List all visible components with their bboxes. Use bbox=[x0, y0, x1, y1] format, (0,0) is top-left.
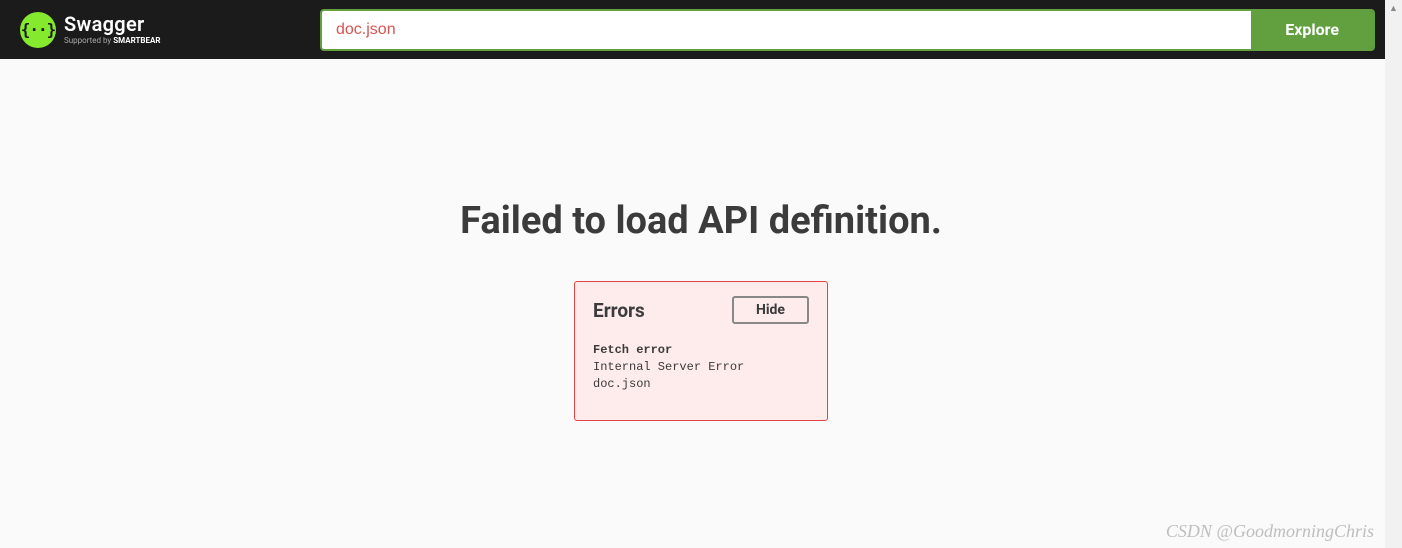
error-detail: Internal Server Error doc.json bbox=[593, 360, 744, 391]
topbar: {··} Swagger Supported by SMARTBEAR Expl… bbox=[0, 0, 1402, 59]
scroll-up-icon[interactable]: ▲ bbox=[1385, 0, 1402, 17]
error-item: Fetch error Internal Server Error doc.js… bbox=[593, 342, 809, 392]
errors-title: Errors bbox=[593, 299, 645, 322]
errors-header: Errors Hide bbox=[593, 296, 809, 324]
logo[interactable]: {··} Swagger Supported by SMARTBEAR bbox=[20, 12, 300, 48]
logo-text: Swagger Supported by SMARTBEAR bbox=[64, 14, 161, 45]
errors-panel: Errors Hide Fetch error Internal Server … bbox=[574, 281, 828, 421]
watermark: CSDN @GoodmorningChris bbox=[1166, 521, 1374, 542]
explore-button[interactable]: Explore bbox=[1251, 11, 1373, 49]
hide-button[interactable]: Hide bbox=[732, 296, 809, 324]
vertical-scrollbar[interactable]: ▲ bbox=[1385, 0, 1402, 548]
swagger-icon: {··} bbox=[20, 12, 56, 48]
url-input[interactable] bbox=[322, 11, 1251, 49]
error-name: Fetch error bbox=[593, 343, 672, 357]
logo-subtitle: Supported by SMARTBEAR bbox=[64, 36, 161, 45]
logo-title: Swagger bbox=[64, 14, 161, 34]
url-bar: Explore bbox=[320, 9, 1375, 51]
error-heading: Failed to load API definition. bbox=[460, 199, 942, 243]
main-content: Failed to load API definition. Errors Hi… bbox=[0, 59, 1402, 421]
